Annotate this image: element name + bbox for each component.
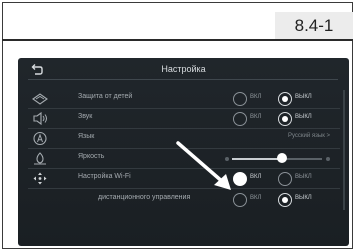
setting-row-child-lock: Защита от детей ВКЛ ВЫКЛ	[28, 89, 340, 109]
radio-off[interactable]	[278, 112, 292, 126]
radio-on[interactable]	[233, 92, 247, 106]
device-screen: Настройка Защита от детей ВКЛ ВЫКЛ Звук …	[18, 58, 349, 246]
brightness-slider-fill	[232, 158, 282, 160]
wifi-settings-icon	[33, 172, 47, 185]
speaker-icon	[33, 111, 47, 126]
title-divider	[28, 79, 338, 80]
option-on-label: ВКЛ	[250, 174, 262, 180]
brightness-max-dot	[326, 157, 330, 161]
setting-label: дистанционного управления	[98, 194, 191, 201]
option-off-label: ВЫКЛ	[295, 195, 312, 201]
radio-off[interactable]	[278, 172, 292, 186]
setting-label: Звук	[78, 113, 93, 120]
setting-row-sound: Звук ВКЛ ВЫКЛ	[28, 109, 340, 129]
setting-label: Настройка Wi-Fi	[78, 173, 131, 180]
setting-row-wifi: Настройка Wi-Fi ВКЛ ВЫКЛ	[28, 169, 340, 189]
option-off-label: ВЫКЛ	[295, 174, 312, 180]
scrollbar[interactable]	[343, 90, 345, 210]
section-number: 8.4-1	[275, 12, 353, 39]
radio-on[interactable]	[233, 193, 247, 207]
child-lock-icon	[32, 93, 48, 105]
language-icon	[33, 131, 47, 146]
option-on-label: ВКЛ	[250, 94, 262, 100]
brightness-min-dot	[225, 157, 229, 161]
screen-title: Настройка	[161, 64, 206, 74]
setting-label: Защита от детей	[78, 93, 133, 100]
setting-row-brightness: Яркость	[28, 149, 340, 169]
brightness-icon	[34, 152, 46, 165]
radio-on[interactable]	[233, 112, 247, 126]
option-off-label: ВЫКЛ	[295, 94, 312, 100]
radio-off[interactable]	[278, 193, 292, 207]
setting-row-remote-control: дистанционного управления ВКЛ ВЫКЛ	[28, 190, 340, 209]
option-on-label: ВКЛ	[250, 195, 262, 201]
setting-label: Яркость	[78, 153, 105, 160]
header-divider	[2, 39, 353, 41]
language-value[interactable]: Русский язык >	[288, 133, 330, 139]
radio-on[interactable]	[233, 172, 247, 186]
brightness-slider-knob[interactable]	[276, 153, 287, 163]
screen-titlebar: Настройка	[18, 58, 349, 82]
setting-label: Язык	[78, 133, 95, 140]
setting-row-language[interactable]: Язык Русский язык >	[28, 129, 340, 149]
option-on-label: ВКЛ	[250, 114, 262, 120]
radio-off[interactable]	[278, 92, 292, 106]
option-off-label: ВЫКЛ	[295, 114, 312, 120]
